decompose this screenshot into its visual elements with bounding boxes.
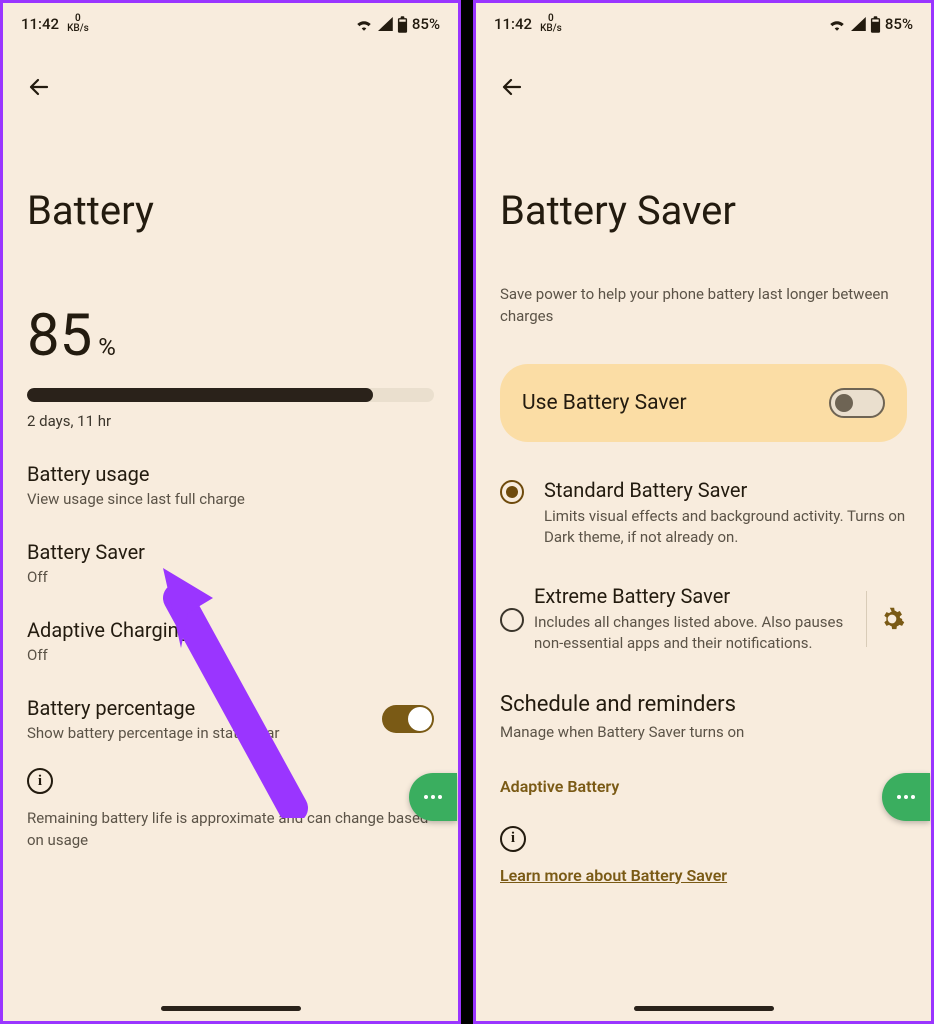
nav-pill[interactable] [634, 1006, 774, 1011]
status-icons: 85% [828, 15, 913, 33]
arrow-left-icon [27, 75, 51, 99]
status-time: 11:42 [21, 15, 59, 33]
info-icon: i [27, 768, 53, 794]
card-title: Use Battery Saver [522, 391, 687, 415]
status-battery-pct: 85% [885, 15, 913, 33]
status-bar: 11:42 0 KB/s 85% [476, 3, 931, 37]
phone-right: 11:42 0 KB/s 85% Battery Saver Save powe… [473, 0, 934, 1024]
arrow-left-icon [500, 75, 524, 99]
page-title: Battery Saver [500, 187, 907, 234]
status-data-rate: 0 KB/s [540, 14, 562, 34]
info-icon: i [500, 826, 526, 852]
schedule-sub: Manage when Battery Saver turns on [500, 723, 907, 741]
battery-percentage-toggle[interactable] [382, 705, 434, 733]
info-section: i Remaining battery life is approximate … [27, 768, 434, 852]
fab-more[interactable] [409, 773, 457, 821]
battery-icon [870, 16, 881, 33]
more-icon [897, 795, 915, 799]
page-subtitle: Save power to help your phone battery la… [500, 284, 907, 328]
separator [866, 591, 867, 647]
radio-selected-icon [500, 480, 524, 504]
status-icons: 85% [355, 15, 440, 33]
back-button[interactable] [492, 67, 532, 107]
status-time: 11:42 [494, 15, 532, 33]
gear-icon [879, 606, 905, 632]
mode-extreme[interactable]: Extreme Battery Saver Includes all chang… [500, 584, 907, 654]
more-icon [424, 795, 442, 799]
adaptive-battery-link[interactable]: Adaptive Battery [500, 777, 907, 796]
use-battery-saver-card[interactable]: Use Battery Saver [500, 364, 907, 442]
fab-more[interactable] [882, 773, 930, 821]
phone-left: 11:42 0 KB/s 85% Battery 85 % 2 days, 11… [0, 0, 461, 1024]
use-battery-saver-toggle[interactable] [829, 388, 885, 418]
wifi-icon [828, 17, 846, 31]
battery-bar [27, 388, 434, 402]
page-title: Battery [27, 187, 434, 234]
battery-icon [397, 16, 408, 33]
wifi-icon [355, 17, 373, 31]
battery-bar-fill [27, 388, 373, 402]
learn-more-link[interactable]: Learn more about Battery Saver [500, 866, 727, 885]
back-button[interactable] [19, 67, 59, 107]
item-battery-percentage[interactable]: Battery percentage Show battery percenta… [27, 696, 434, 742]
extreme-settings-button[interactable] [877, 606, 907, 632]
status-bar: 11:42 0 KB/s 85% [3, 3, 458, 37]
signal-icon [850, 17, 866, 31]
battery-percentage-display: 85 % [27, 302, 434, 370]
status-battery-pct: 85% [412, 15, 440, 33]
item-battery-usage[interactable]: Battery usage View usage since last full… [27, 462, 434, 508]
schedule-title[interactable]: Schedule and reminders [500, 692, 907, 717]
status-data-rate: 0 KB/s [67, 14, 89, 34]
radio-unselected-icon [500, 608, 524, 632]
item-battery-saver[interactable]: Battery Saver Off [27, 540, 434, 586]
mode-standard[interactable]: Standard Battery Saver Limits visual eff… [500, 478, 907, 548]
signal-icon [377, 17, 393, 31]
info-section: i [500, 826, 907, 852]
item-adaptive-charging[interactable]: Adaptive Charging Off [27, 618, 434, 664]
battery-estimate: 2 days, 11 hr [27, 412, 434, 430]
nav-pill[interactable] [161, 1006, 301, 1011]
